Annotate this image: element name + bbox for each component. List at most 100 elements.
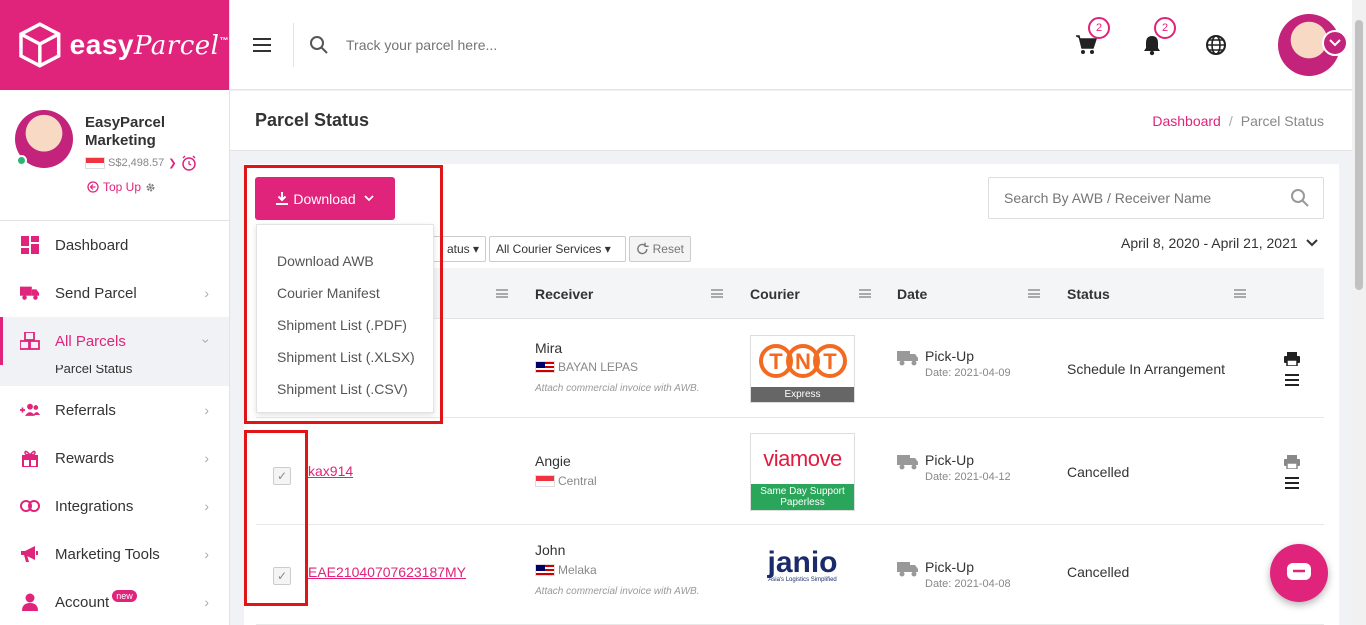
singapore-flag-icon (535, 475, 555, 487)
cart-button[interactable]: 2 (1074, 17, 1110, 57)
page-title: Parcel Status (255, 110, 370, 130)
sidebar: easyParcel™ EasyParcel Marketing S$2,498… (0, 0, 230, 625)
reset-filter-button[interactable]: Reset (629, 236, 691, 262)
download-button[interactable]: Download (255, 177, 395, 220)
pickup-label: Pick-Up (925, 348, 975, 364)
print-icon[interactable] (1284, 352, 1300, 366)
megaphone-icon (20, 545, 40, 563)
receiver-name: John (535, 542, 566, 558)
avatar[interactable] (15, 110, 73, 168)
singapore-flag-icon (85, 157, 105, 169)
alarm-clock-icon[interactable] (180, 154, 198, 172)
malaysia-flag-icon (535, 361, 555, 373)
tnt-logo: TNT (759, 344, 847, 378)
row-checkbox[interactable]: ✓ (273, 467, 291, 485)
chevron-down-icon[interactable]: ❯ (168, 158, 176, 169)
caret-down-icon: ▾ (604, 242, 611, 256)
sidebar-item-all-parcels[interactable]: All Parcels › (0, 317, 229, 365)
receiver-location: BAYAN LEPAS (535, 360, 638, 374)
page-scrollbar[interactable] (1352, 0, 1366, 625)
row-checkbox[interactable]: ✓ (273, 567, 291, 585)
menu-lines-icon[interactable] (1285, 374, 1299, 386)
chevron-right-icon: › (204, 450, 209, 466)
sidebar-item-account[interactable]: Account new › (0, 578, 229, 625)
new-badge: new (112, 590, 137, 602)
sort-icon[interactable] (496, 289, 508, 298)
menu-lines-icon[interactable] (1285, 477, 1299, 489)
chevron-down-icon[interactable] (1322, 30, 1348, 56)
status-text: Cancelled (1067, 564, 1130, 580)
pickup-label: Pick-Up (925, 559, 975, 575)
chevron-right-icon: › (204, 498, 209, 514)
sidebar-menu: Dashboard Send Parcel › All Parcels › Pa… (0, 221, 229, 625)
chat-bubble-icon (1287, 563, 1311, 580)
chevron-right-icon: › (204, 402, 209, 418)
column-header-receiver[interactable]: Receiver (535, 268, 593, 319)
search-icon[interactable] (310, 35, 328, 54)
profile-card: EasyParcel Marketing S$2,498.57 ❯ Top Up (0, 90, 229, 221)
truck-icon (20, 284, 40, 302)
topbar: 2 2 (230, 0, 1366, 90)
print-icon[interactable] (1284, 455, 1300, 469)
awb-search-input[interactable] (1004, 190, 1284, 206)
sidebar-item-marketing-tools[interactable]: Marketing Tools › (0, 530, 229, 578)
column-header-status[interactable]: Status (1067, 268, 1110, 319)
sort-icon[interactable] (1234, 289, 1246, 298)
balance-amount: S$2,498.57 (108, 157, 165, 169)
receiver-name: Angie (535, 453, 571, 469)
sidebar-item-integrations[interactable]: Integrations › (0, 482, 229, 530)
track-parcel-search (310, 35, 910, 54)
chevron-right-icon: › (204, 546, 209, 562)
logo[interactable]: easyParcel™ (0, 0, 229, 90)
logo-text: easyParcel™ (69, 29, 229, 61)
chevron-right-icon: › (204, 594, 209, 610)
language-button[interactable] (1204, 33, 1228, 57)
courier-logo-viamove: viamove Same Day Support Paperless (750, 433, 855, 511)
courier-logo-janio: janio Asia's Logistics Simplified (750, 544, 855, 598)
menu-item-courier-manifest[interactable]: Courier Manifest (257, 277, 433, 309)
courier-filter-dropdown[interactable]: All Courier Services ▾ (489, 236, 626, 262)
download-dropdown-menu: Download AWB Courier Manifest Shipment L… (256, 224, 434, 413)
menu-item-shipment-list-csv[interactable]: Shipment List (.CSV) (257, 373, 433, 405)
date-range-picker[interactable]: April 8, 2020 - April 21, 2021 (1121, 235, 1318, 251)
menu-item-download-awb[interactable]: Download AWB (257, 245, 433, 277)
courier-service-tag: Same Day Support Paperless (751, 484, 854, 510)
link-icon (20, 497, 40, 515)
menu-item-shipment-list-pdf[interactable]: Shipment List (.PDF) (257, 309, 433, 341)
awb-number-link[interactable]: kax914 (308, 463, 353, 479)
track-parcel-input[interactable] (346, 36, 746, 53)
globe-icon (1206, 35, 1226, 55)
receiver-note: Attach commercial invoice with AWB. (535, 586, 700, 597)
awb-number-link[interactable]: EAE21040707623187MY (308, 564, 466, 580)
notifications-button[interactable]: 2 (1140, 17, 1176, 57)
profile-name: EasyParcel Marketing (85, 114, 166, 149)
sidebar-item-rewards[interactable]: Rewards › (0, 434, 229, 482)
pickup-date: Date: 2021-04-08 (925, 578, 1011, 590)
sort-icon[interactable] (859, 289, 871, 298)
sidebar-item-dashboard[interactable]: Dashboard (0, 221, 229, 269)
top-up-link[interactable]: Top Up (87, 180, 198, 194)
sort-icon[interactable] (1028, 289, 1040, 298)
search-icon[interactable] (1291, 189, 1309, 207)
sidebar-item-send-parcel[interactable]: Send Parcel › (0, 269, 229, 317)
pickup-info: Pick-Up Date: 2021-04-09 (897, 348, 1011, 379)
chat-button[interactable] (1270, 544, 1328, 602)
chevron-down-icon (363, 195, 374, 202)
menu-toggle-button[interactable] (230, 22, 294, 67)
sort-icon[interactable] (711, 289, 723, 298)
tnt-logo-letter: T (769, 349, 783, 374)
receiver-location: Melaka (535, 563, 597, 577)
gift-icon (20, 449, 40, 467)
hamburger-icon (252, 43, 271, 46)
column-header-courier[interactable]: Courier (750, 268, 800, 319)
breadcrumb-dashboard-link[interactable]: Dashboard (1152, 113, 1221, 129)
user-avatar-menu[interactable] (1278, 14, 1348, 76)
sidebar-item-referrals[interactable]: Referrals › (0, 386, 229, 434)
online-status-dot (16, 155, 27, 166)
menu-item-shipment-list-xlsx[interactable]: Shipment List (.XLSX) (257, 341, 433, 373)
courier-service-tag: Express (751, 387, 854, 402)
column-header-date[interactable]: Date (897, 268, 927, 319)
gear-icon[interactable] (145, 182, 156, 193)
boxes-icon (20, 332, 40, 350)
scrollbar-thumb[interactable] (1355, 20, 1363, 290)
